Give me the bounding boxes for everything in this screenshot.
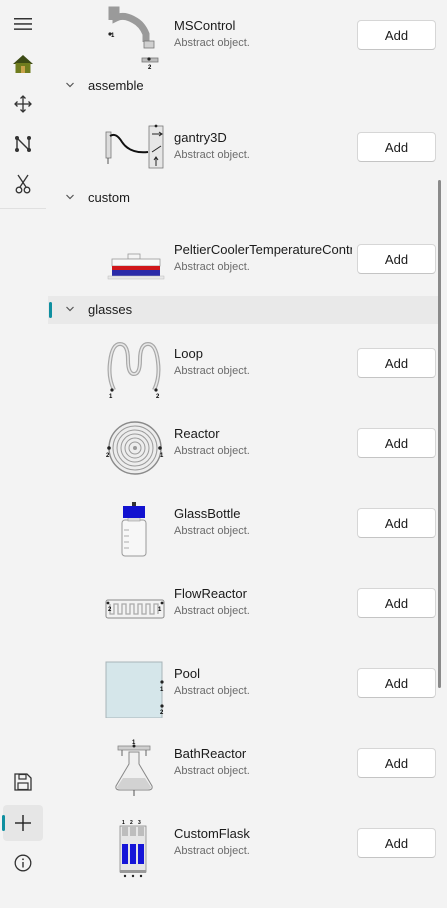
save-button[interactable] [3,764,43,800]
list-item: 1 2 MSControl Abstract object. Add [48,0,438,78]
list-item: 1 2 3 CustomFlask Abstract object. Add [48,806,438,886]
group-label: glasses [88,302,133,317]
item-description: Abstract object. [174,445,250,457]
item-description: Abstract object. [174,37,250,49]
svg-text:1: 1 [132,740,136,746]
add-gantry3d-button[interactable]: Add [357,132,436,162]
graph-icon [15,136,31,152]
item-description: Abstract object. [174,261,250,273]
chevron-down-icon [66,194,74,200]
add-flowreactor-button[interactable]: Add [357,588,436,618]
add-reactor-button[interactable]: Add [357,428,436,458]
gantry-thumbnail [105,124,164,169]
list-item: 2 1 Reactor Abstract object. Add [48,406,438,486]
navigation-rail [0,0,46,908]
home-icon [13,55,33,73]
vertical-scrollbar[interactable] [438,180,441,688]
chevron-down-icon [66,82,74,88]
graph-button[interactable] [3,126,43,162]
item-description: Abstract object. [174,365,250,377]
home-button[interactable] [3,46,43,82]
group-label: assemble [88,78,144,93]
peltier-thumbnail [107,253,165,280]
add-loop-button[interactable]: Add [357,348,436,378]
list-item: PeltierCoolerTemperatureControl Abstract… [48,222,438,302]
pool-thumbnail: 1 2 [105,661,164,718]
list-item: 1 BathReactor Abstract object. Add [48,726,438,806]
group-label: custom [88,190,130,205]
cut-button[interactable] [3,166,43,202]
group-header-custom[interactable]: custom [48,184,438,212]
item-name: FlowReactor [174,586,247,601]
item-description: Abstract object. [174,765,250,777]
add-mscontrol-button[interactable]: Add [357,20,436,50]
list-item: 1 2 Loop Abstract object. Add [48,326,438,406]
svg-text:1: 1 [122,820,125,826]
object-library-list: 1 2 MSControl Abstract object. Add assem… [48,0,438,908]
group-header-assemble[interactable]: assemble [48,72,438,100]
item-name: Pool [174,666,201,681]
group-header-glasses[interactable]: glasses [48,296,438,324]
list-item: gantry3D Abstract object. Add [48,110,438,190]
svg-text:3: 3 [138,820,141,826]
svg-text:1: 1 [111,33,115,39]
item-description: Abstract object. [174,685,250,697]
info-button[interactable] [3,845,43,881]
item-name: BathReactor [174,746,247,761]
item-name: Reactor [174,426,220,441]
ms-control-thumbnail: 1 2 [108,6,159,70]
menu-icon [14,18,32,30]
item-name: MSControl [174,18,236,33]
add-peltier-button[interactable]: Add [357,244,436,274]
add-panel-button[interactable] [2,805,43,841]
item-description: Abstract object. [174,525,250,537]
svg-text:2: 2 [160,710,164,716]
flow-reactor-thumbnail: 2 1 [105,599,165,619]
menu-button[interactable] [3,6,43,42]
svg-text:1: 1 [160,687,164,693]
item-description: Abstract object. [174,149,250,161]
item-description: Abstract object. [174,605,250,617]
svg-text:2: 2 [130,820,133,826]
chevron-down-icon [66,306,74,312]
loop-thumbnail: 1 2 [107,341,161,398]
move-button[interactable] [3,86,43,122]
add-customflask-button[interactable]: Add [357,828,436,858]
item-description: Abstract object. [174,845,250,857]
item-name: gantry3D [174,130,227,145]
item-name: CustomFlask [174,826,250,841]
bath-reactor-thumbnail: 1 [115,740,153,796]
move-icon [14,95,32,113]
svg-text:2: 2 [148,65,152,70]
info-icon [14,854,32,872]
svg-text:2: 2 [156,394,160,398]
item-name: PeltierCoolerTemperatureControl [174,242,352,257]
add-icon [15,815,31,831]
item-name: Loop [174,346,203,361]
list-item: 2 1 FlowReactor Abstract object. Add [48,566,438,646]
item-name: GlassBottle [174,506,241,521]
list-item: GlassBottle Abstract object. Add [48,486,438,566]
glass-bottle-thumbnail [121,502,147,557]
custom-flask-thumbnail: 1 2 3 [119,820,147,878]
svg-text:1: 1 [160,453,164,459]
scissors-icon [15,174,31,194]
reactor-thumbnail: 2 1 [106,421,164,475]
add-glassbottle-button[interactable]: Add [357,508,436,538]
svg-text:1: 1 [109,394,113,398]
save-icon [14,773,32,791]
add-bathreactor-button[interactable]: Add [357,748,436,778]
add-pool-button[interactable]: Add [357,668,436,698]
rail-divider [0,208,46,209]
list-item: 1 2 Pool Abstract object. Add [48,646,438,726]
